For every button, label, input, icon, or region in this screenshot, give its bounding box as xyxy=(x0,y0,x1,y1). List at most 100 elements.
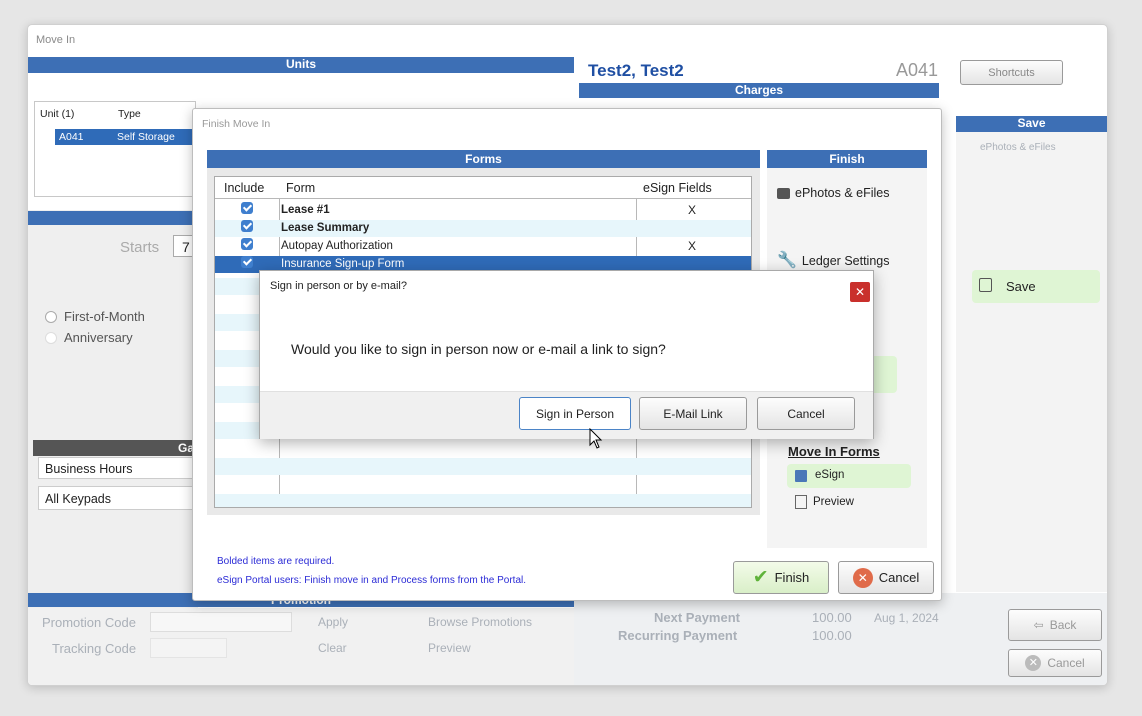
sign-dialog-message: Would you like to sign in person now or … xyxy=(291,341,666,357)
form-name: Lease #1 xyxy=(281,204,330,216)
tracking-code-label: Tracking Code xyxy=(52,641,137,656)
units-row-a041[interactable]: A041 Self Storage xyxy=(55,129,195,145)
save-button[interactable]: Save xyxy=(972,270,1100,303)
ledger-settings-button[interactable]: 🔧 Ledger Settings xyxy=(777,250,889,270)
all-keypads-select[interactable]: All Keypads xyxy=(38,486,198,510)
back-button[interactable]: ⇦ Back xyxy=(1008,609,1102,641)
tracking-code-input[interactable] xyxy=(150,638,227,658)
units-header: Units xyxy=(28,57,574,73)
preview-button[interactable]: Preview xyxy=(795,494,854,509)
mouse-cursor-icon xyxy=(589,428,603,449)
finish-label: Finish xyxy=(774,570,810,585)
forms-header: Forms xyxy=(207,150,760,168)
save-icon xyxy=(979,278,992,292)
recurring-payment-label: Recurring Payment xyxy=(618,628,738,643)
tenant-name: Test2, Test2 xyxy=(588,61,684,80)
promotion-code-label: Promotion Code xyxy=(42,615,136,630)
form-name: Autopay Authorization xyxy=(281,240,393,252)
units-col-type: Type xyxy=(118,108,141,120)
col-form: Form xyxy=(286,181,316,195)
browse-promotions-button[interactable]: Browse Promotions xyxy=(428,615,532,629)
charges-header: Charges xyxy=(579,83,939,98)
first-of-month-radio[interactable] xyxy=(45,311,57,323)
save-header: Save xyxy=(956,116,1107,132)
window-title: Move In xyxy=(36,34,76,46)
preview-label: Preview xyxy=(813,496,854,508)
starts-label: Starts xyxy=(120,239,160,256)
sign-in-person-button[interactable]: Sign in Person xyxy=(519,397,631,430)
col-esign: eSign Fields xyxy=(643,181,712,195)
sign-dialog: Sign in person or by e-mail? ✕ Would you… xyxy=(259,270,874,439)
back-arrow-icon: ⇦ xyxy=(1033,618,1044,632)
camera-icon xyxy=(777,188,790,200)
business-hours-select[interactable]: Business Hours xyxy=(38,457,198,479)
include-checkbox[interactable] xyxy=(241,256,253,268)
form-esign: X xyxy=(687,203,696,217)
form-esign: X xyxy=(687,239,696,253)
finish-header: Finish xyxy=(767,150,927,168)
form-row-autopay[interactable]: Autopay Authorization X xyxy=(215,238,751,255)
esign-label: eSign xyxy=(815,469,845,481)
anniversary-radio[interactable] xyxy=(45,332,57,344)
units-table: Unit (1) Type A041 Self Storage xyxy=(34,101,196,197)
cancel-circle-icon: ✕ xyxy=(1025,655,1042,671)
include-checkbox[interactable] xyxy=(241,202,253,214)
clear-button[interactable]: Clear xyxy=(318,641,347,655)
anniversary-label: Anniversary xyxy=(64,330,133,345)
ephotos-efiles-button[interactable]: ePhotos & eFiles xyxy=(777,186,890,200)
shortcuts-label: Shortcuts xyxy=(988,66,1035,79)
cancel-main-label: Cancel xyxy=(1047,656,1085,670)
email-link-label: E-Mail Link xyxy=(663,406,723,421)
document-icon xyxy=(795,494,807,509)
units-col-unit: Unit (1) xyxy=(40,108,75,120)
col-include: Include xyxy=(224,181,265,195)
sign-dialog-close-icon[interactable]: ✕ xyxy=(850,282,870,302)
move-in-forms-title: Move In Forms xyxy=(788,444,880,459)
esign-button[interactable]: eSign xyxy=(787,464,911,488)
next-payment-date: Aug 1, 2024 xyxy=(874,611,939,625)
cancel-finish-button[interactable]: ✕ Cancel xyxy=(838,561,934,594)
checkmark-icon: ✔ xyxy=(752,567,769,588)
sign-cancel-label: Cancel xyxy=(787,406,825,421)
cancel-circle-icon: ✕ xyxy=(852,567,873,588)
back-label: Back xyxy=(1049,618,1077,632)
note-required: Bolded items are required. xyxy=(217,556,335,567)
include-checkbox[interactable] xyxy=(241,238,253,250)
ledger-settings-label: Ledger Settings xyxy=(801,254,890,268)
form-row-lease[interactable]: Lease #1 X xyxy=(215,202,751,219)
ephotos-label: ePhotos & eFiles xyxy=(795,186,890,200)
include-checkbox[interactable] xyxy=(241,220,253,232)
sign-cancel-button[interactable]: Cancel xyxy=(757,397,855,430)
cancel-finish-label: Cancel xyxy=(878,570,920,585)
next-payment-amount: 100.00 xyxy=(812,610,852,625)
cancel-main-button[interactable]: ✕ Cancel xyxy=(1008,649,1102,677)
empty-row xyxy=(215,494,751,507)
shortcuts-button[interactable]: Shortcuts xyxy=(960,60,1063,85)
unit-type: Self Storage xyxy=(117,131,175,143)
form-row-lease-summary[interactable]: Lease Summary xyxy=(215,220,751,237)
ephotos-link-bg[interactable]: ePhotos & eFiles xyxy=(980,142,1056,153)
note-esign-portal: eSign Portal users: Finish move in and P… xyxy=(217,575,527,586)
finish-dialog-title: Finish Move In xyxy=(202,118,271,130)
dates-header xyxy=(28,211,198,225)
promotion-code-select[interactable] xyxy=(150,612,292,632)
first-of-month-label: First-of-Month xyxy=(64,309,145,324)
empty-row xyxy=(215,458,751,475)
unit-id: A041 xyxy=(59,131,84,143)
recurring-payment-amount: 100.00 xyxy=(812,628,852,643)
promotion-area: Promotion Code Tracking Code Apply Clear… xyxy=(28,608,574,685)
sign-in-person-label: Sign in Person xyxy=(535,406,615,421)
next-payment-label: Next Payment xyxy=(654,610,740,625)
apply-button[interactable]: Apply xyxy=(318,615,348,629)
finish-button[interactable]: ✔ Finish xyxy=(733,561,829,594)
forms-table-header: Include Form eSign Fields xyxy=(215,177,751,199)
gate-header: Gat xyxy=(33,440,198,456)
sign-dialog-title: Sign in person or by e-mail? xyxy=(270,280,407,292)
esign-icon xyxy=(795,470,807,482)
promo-preview-button[interactable]: Preview xyxy=(428,641,471,655)
email-link-button[interactable]: E-Mail Link xyxy=(639,397,747,430)
payments-area: Next Payment 100.00 Aug 1, 2024 Recurrin… xyxy=(574,593,1107,685)
left-section: Starts 7 First-of-Month Anniversary Gat … xyxy=(28,210,198,635)
save-label: Save xyxy=(1006,279,1036,294)
wrench-icon: 🔧 xyxy=(777,252,797,269)
